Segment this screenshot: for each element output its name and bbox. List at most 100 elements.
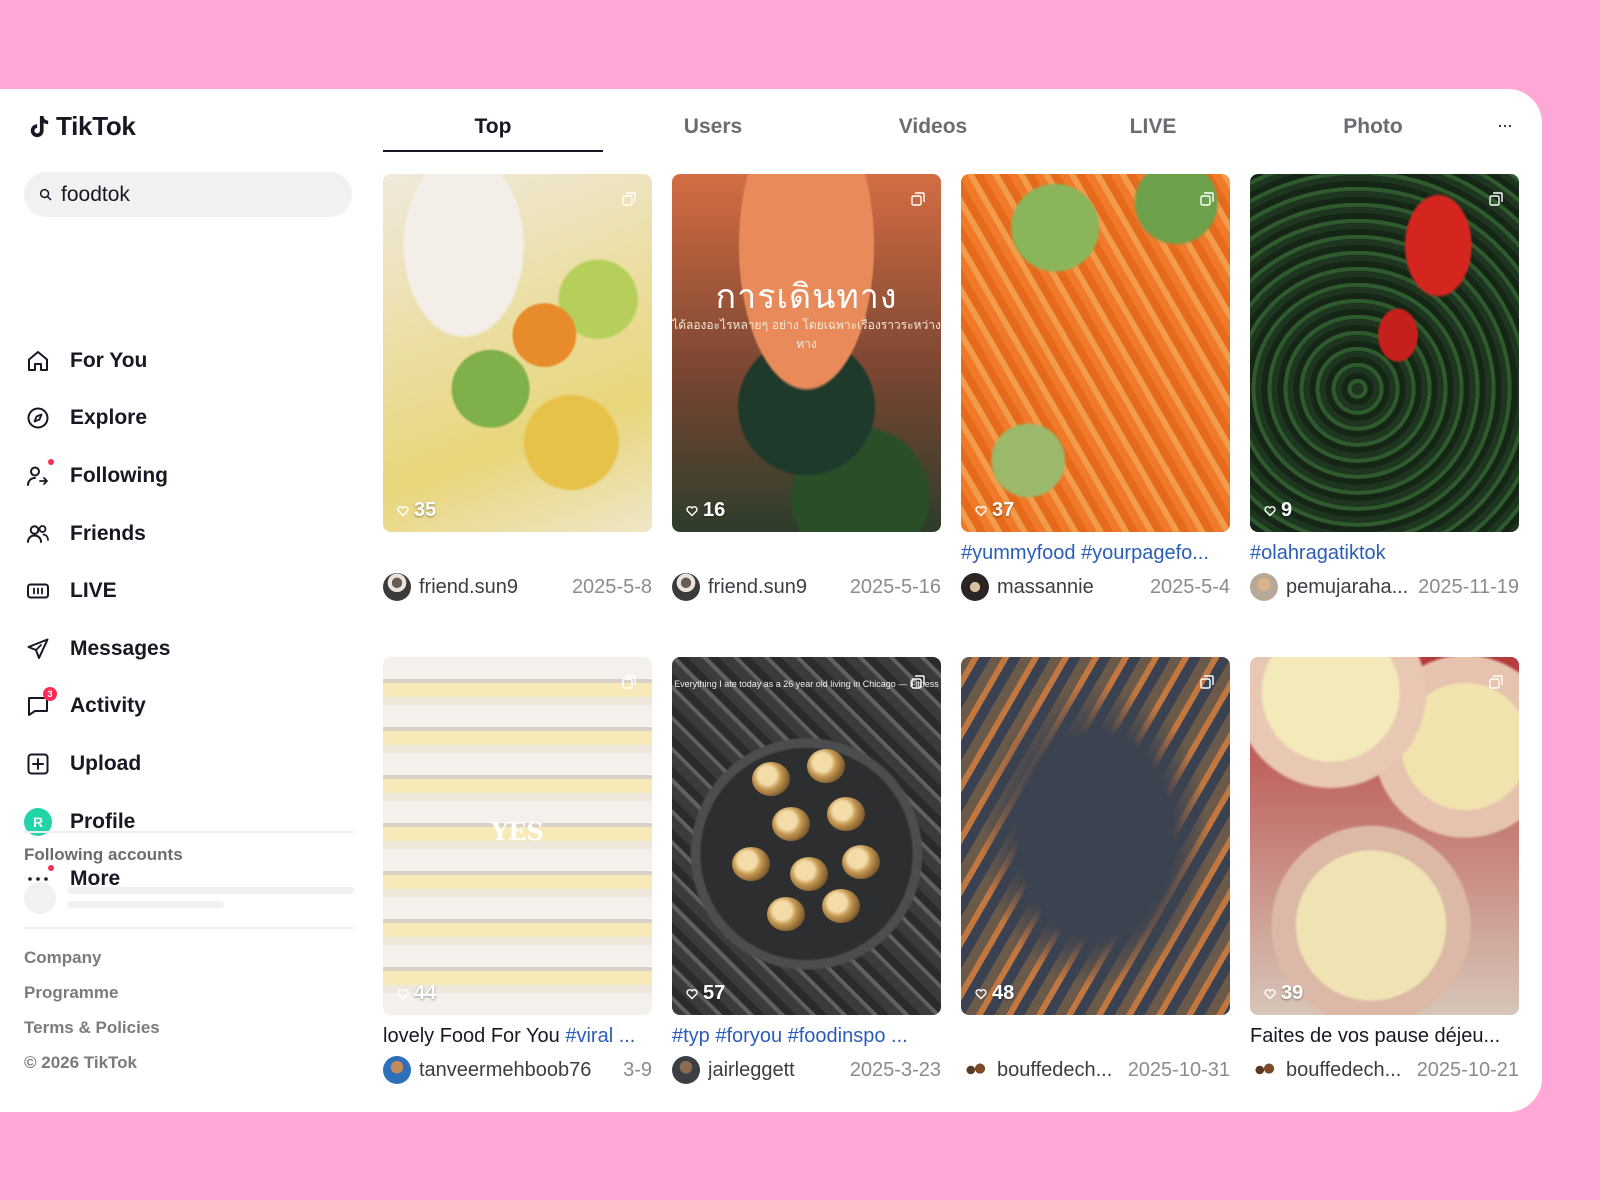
multi-image-icon [1489, 192, 1503, 206]
snail-shape [827, 797, 865, 831]
caption [383, 536, 652, 570]
footer-link-company[interactable]: Company [24, 940, 160, 975]
tab-live[interactable]: LIVE [1043, 115, 1263, 139]
caption-hashtags[interactable]: #yummyfood #yourpagefo... [961, 542, 1209, 564]
nav-item-messages[interactable]: Messages [24, 620, 354, 678]
post-date: 2025-10-31 [1127, 1058, 1230, 1081]
tabs-more-button[interactable]: ··· [1497, 115, 1513, 136]
video-thumbnail[interactable]: 39 [1250, 657, 1519, 1015]
result-card[interactable]: 9 #olahragatiktok pemujaraha... 2025-11-… [1250, 174, 1519, 604]
avatar[interactable] [672, 573, 700, 601]
search-tabs: Top Users Videos LIVE Photo [383, 89, 1519, 153]
heart-icon [397, 988, 409, 999]
like-count-value: 57 [703, 982, 726, 1004]
caption-hashtags[interactable]: #viral ... [565, 1025, 635, 1047]
search-icon [39, 188, 52, 201]
tiktok-logo[interactable]: TikTok [28, 111, 136, 142]
tab-photo[interactable]: Photo [1263, 115, 1483, 139]
like-count: 9 [1264, 499, 1292, 522]
result-card[interactable]: 48 bouffedech... 2025-10-31 [961, 657, 1230, 1087]
username[interactable]: friend.sun9 [419, 576, 566, 599]
like-count-value: 16 [703, 499, 726, 521]
result-card[interactable]: การเดินทาง ได้ลองอะไรหลายๆ อย่าง โดยเฉพา… [672, 174, 941, 604]
nav-item-upload[interactable]: Upload [24, 735, 354, 793]
avatar[interactable] [961, 573, 989, 601]
search-input[interactable] [61, 182, 331, 207]
skeleton-line [67, 887, 354, 894]
notification-dot [48, 458, 54, 465]
like-count: 35 [397, 499, 436, 522]
footer-link-terms[interactable]: Terms & Policies [24, 1010, 160, 1045]
video-thumbnail[interactable]: การเดินทาง ได้ลองอะไรหลายๆ อย่าง โดยเฉพา… [672, 174, 941, 532]
caption: #yummyfood #yourpagefo... [961, 536, 1230, 570]
username[interactable]: bouffedech... [1286, 1059, 1411, 1082]
username[interactable]: friend.sun9 [708, 576, 844, 599]
caption-hashtags[interactable]: #olahragatiktok [1250, 542, 1386, 564]
nav-item-following[interactable]: Following [24, 447, 354, 505]
video-thumbnail[interactable]: Everything I ate today as a 26 year old … [672, 657, 941, 1015]
username[interactable]: tanveermehboob76 [419, 1059, 617, 1082]
video-thumbnail[interactable]: YES 44 [383, 657, 652, 1015]
username[interactable]: pemujaraha... [1286, 576, 1412, 599]
caption-hashtags[interactable]: #typ #foryou #foodinspo ... [672, 1025, 908, 1047]
nav-item-live[interactable]: LIVE [24, 562, 354, 620]
username[interactable]: jairleggett [708, 1059, 844, 1082]
avatar[interactable] [383, 1056, 411, 1084]
tab-videos[interactable]: Videos [823, 115, 1043, 139]
result-card[interactable]: YES 44 lovely Food For You #viral ... ta… [383, 657, 652, 1087]
result-card[interactable]: 39 Faites de vos pause déjeu... bouffede… [1250, 657, 1519, 1087]
post-date: 2025-5-16 [849, 575, 941, 598]
nav-label: Following [70, 463, 168, 487]
nav-label: For You [70, 348, 148, 372]
notification-dot [48, 865, 54, 872]
caption: #olahragatiktok [1250, 536, 1519, 570]
avatar[interactable] [961, 1056, 989, 1084]
username[interactable]: bouffedech... [997, 1059, 1122, 1082]
footer-link-programme[interactable]: Programme [24, 975, 160, 1010]
avatar[interactable] [1250, 1056, 1278, 1084]
like-count: 48 [975, 982, 1014, 1005]
send-icon [24, 635, 52, 663]
thumbnail-overlay-title: การเดินทาง [715, 277, 898, 317]
video-thumbnail[interactable]: 35 [383, 174, 652, 532]
username[interactable]: massannie [997, 576, 1144, 599]
post-date: 2025-5-8 [571, 575, 652, 598]
card-meta: friend.sun9 2025-5-8 [383, 570, 652, 604]
nav-item-for-you[interactable]: For You [24, 332, 354, 390]
multi-image-icon [622, 675, 636, 689]
heart-icon [686, 988, 698, 999]
nav-item-friends[interactable]: Friends [24, 505, 354, 563]
avatar[interactable] [383, 573, 411, 601]
result-card[interactable]: 35 friend.sun9 2025-5-8 [383, 174, 652, 604]
nav-item-profile[interactable]: R Profile [24, 793, 354, 851]
tiktok-note-icon [30, 115, 49, 137]
nav-item-activity[interactable]: 3 Activity [24, 678, 354, 736]
nav-label: Messages [70, 636, 171, 660]
thumbnail-overlay-text: Everything I ate today as a 26 year old … [674, 679, 939, 689]
skeleton-line [67, 901, 224, 908]
result-card[interactable]: Everything I ate today as a 26 year old … [672, 657, 941, 1087]
nav-item-explore[interactable]: Explore [24, 390, 354, 448]
heart-icon [1264, 505, 1276, 516]
caption [961, 1019, 1230, 1053]
result-card[interactable]: 37 #yummyfood #yourpagefo... massannie 2… [961, 174, 1230, 604]
caption: Faites de vos pause déjeu... [1250, 1019, 1519, 1053]
multi-image-icon [1489, 675, 1503, 689]
tab-users[interactable]: Users [603, 115, 823, 139]
search-bar[interactable] [24, 172, 352, 217]
multi-image-icon [1200, 675, 1214, 689]
card-meta: pemujaraha... 2025-11-19 [1250, 570, 1519, 604]
video-thumbnail[interactable]: 37 [961, 174, 1230, 532]
card-meta: tanveermehboob76 3-9 [383, 1053, 652, 1087]
nav-label: Activity [70, 694, 146, 718]
snail-shape [790, 857, 828, 891]
tab-top[interactable]: Top [383, 115, 603, 139]
like-count: 57 [686, 982, 725, 1005]
avatar[interactable] [672, 1056, 700, 1084]
video-thumbnail[interactable]: 48 [961, 657, 1230, 1015]
multi-image-icon [911, 675, 925, 689]
like-count-value: 44 [414, 982, 437, 1004]
avatar[interactable] [1250, 573, 1278, 601]
video-thumbnail[interactable]: 9 [1250, 174, 1519, 532]
post-date: 2025-5-4 [1149, 575, 1230, 598]
